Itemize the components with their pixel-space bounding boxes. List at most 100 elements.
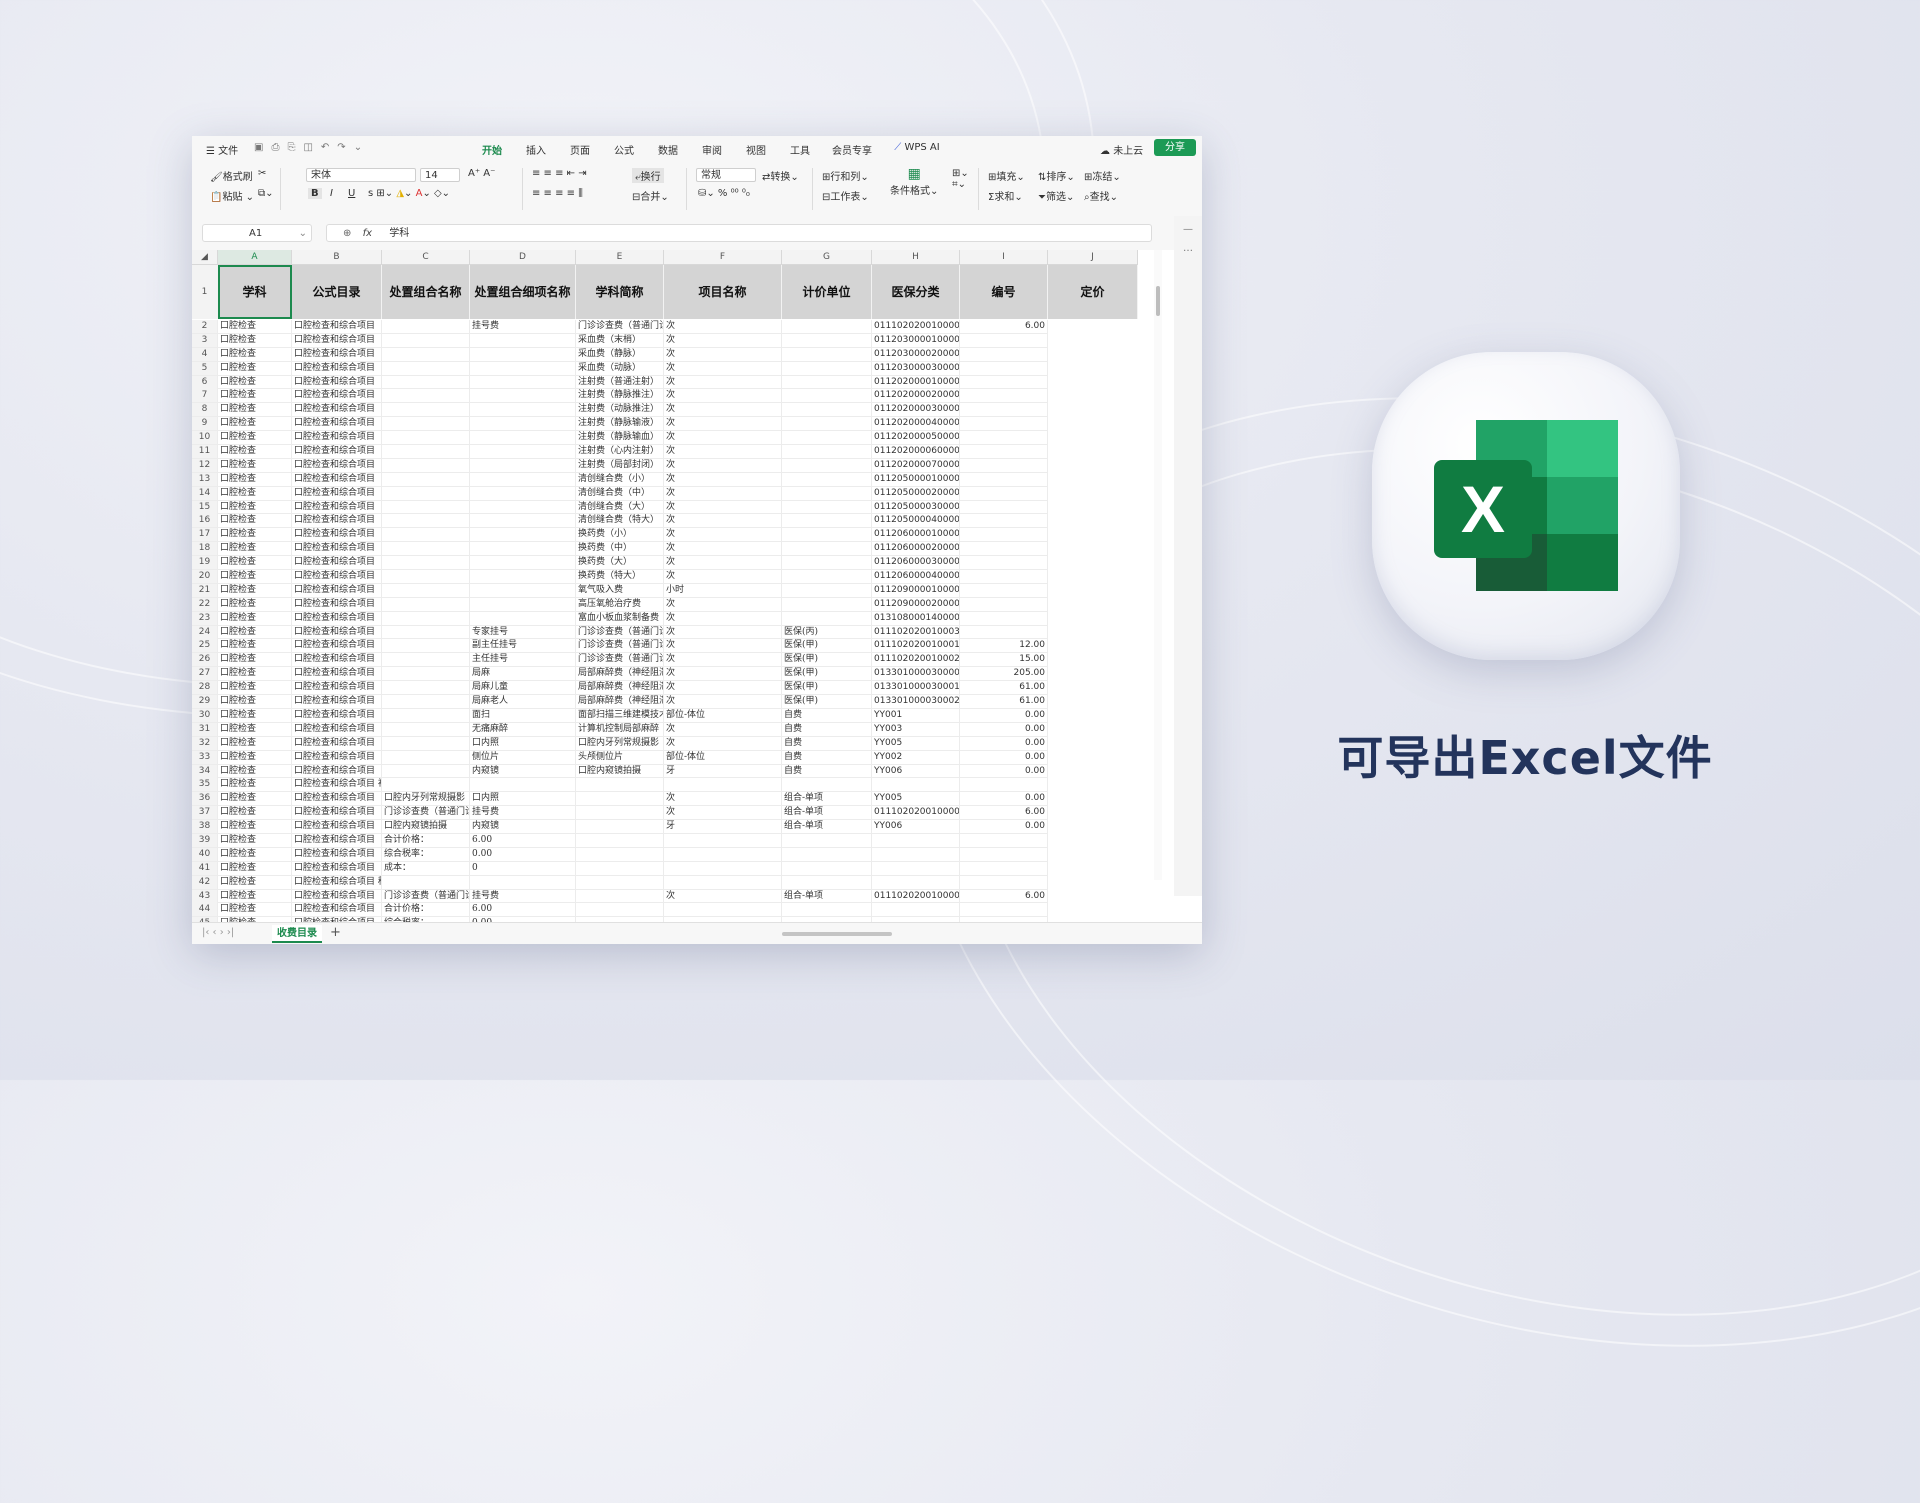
table-cell[interactable]	[782, 458, 872, 472]
table-cell[interactable]: 局部麻醉费（神经阻滞麻醉	[576, 695, 664, 709]
table-cell[interactable]	[960, 875, 1048, 889]
table-cell[interactable]	[872, 778, 960, 792]
sum-button[interactable]: Σ求和⌄	[988, 188, 1023, 203]
chevron-down-icon[interactable]: ⌄	[354, 142, 362, 153]
table-cell[interactable]	[782, 347, 872, 361]
table-cell[interactable]	[782, 403, 872, 417]
number-format-select[interactable]: 常规	[696, 168, 756, 182]
table-cell[interactable]: 自费	[782, 722, 872, 736]
table-cell[interactable]: 口腔检查和综合项目	[292, 320, 382, 333]
table-cell[interactable]: 清创缝合费（中）	[576, 486, 664, 500]
table-cell[interactable]	[382, 583, 470, 597]
row-number[interactable]: 22	[192, 597, 218, 611]
table-cell[interactable]: 61.00	[960, 695, 1048, 709]
export-icon[interactable]: ⎙	[271, 142, 279, 153]
table-cell[interactable]	[382, 347, 470, 361]
table-cell[interactable]: 次	[664, 639, 782, 653]
table-cell[interactable]: 6.00	[470, 833, 576, 847]
table-cell[interactable]	[576, 806, 664, 820]
table-cell[interactable]: 011202000060000	[872, 445, 960, 459]
table-cell[interactable]: 次	[664, 681, 782, 695]
table-cell[interactable]: 口腔检查和综合项目	[292, 792, 382, 806]
table-cell[interactable]: 次	[664, 570, 782, 584]
table-cell[interactable]: 口腔检查和综合项目	[292, 486, 382, 500]
table-cell[interactable]	[960, 403, 1048, 417]
table-cell[interactable]: YY005	[872, 792, 960, 806]
table-cell[interactable]: 口腔检查	[218, 542, 292, 556]
table-cell[interactable]	[470, 445, 576, 459]
row-number[interactable]: 26	[192, 653, 218, 667]
table-cell[interactable]	[664, 847, 782, 861]
table-cell[interactable]: 口腔检查	[218, 597, 292, 611]
table-cell[interactable]: 门诊诊查费（普通门诊）	[576, 320, 664, 333]
tab-wps-ai[interactable]: ⟋ WPS AI	[882, 142, 952, 162]
row-number[interactable]: 15	[192, 500, 218, 514]
row-number[interactable]: 20	[192, 570, 218, 584]
header-cell[interactable]: 编号	[960, 265, 1048, 319]
table-cell[interactable]: 口腔检查和综合项目	[292, 625, 382, 639]
table-cell[interactable]	[470, 597, 576, 611]
table-cell[interactable]	[782, 903, 872, 917]
table-cell[interactable]	[382, 695, 470, 709]
table-cell[interactable]	[382, 417, 470, 431]
preview-icon[interactable]: ◫	[303, 142, 312, 153]
table-cell[interactable]: 牙	[664, 764, 782, 778]
table-cell[interactable]: 部位-体位	[664, 708, 782, 722]
table-cell[interactable]: 011102020010000	[872, 320, 960, 333]
table-cell[interactable]: 011202000020000	[872, 389, 960, 403]
table-cell[interactable]	[382, 625, 470, 639]
table-cell[interactable]: 口腔检查和综合项目	[292, 750, 382, 764]
table-cell[interactable]: 口腔内牙列常规摄影	[382, 792, 470, 806]
table-cell[interactable]: 口腔检查和综合项目	[292, 861, 382, 875]
table-cell[interactable]: 挂号费	[470, 889, 576, 903]
row-number[interactable]: 42	[192, 875, 218, 889]
horizontal-scroll-thumb[interactable]	[782, 932, 892, 936]
table-cell[interactable]	[382, 472, 470, 486]
table-cell[interactable]	[782, 389, 872, 403]
row-number[interactable]: 25	[192, 639, 218, 653]
table-cell[interactable]: 口腔检查和综合项目	[292, 736, 382, 750]
redo-icon[interactable]: ↷	[337, 142, 345, 153]
table-cell[interactable]: 口腔检查	[218, 806, 292, 820]
table-cell[interactable]: 次	[664, 806, 782, 820]
table-cell[interactable]: 口腔检查和综合项目	[292, 403, 382, 417]
table-cell[interactable]: 口腔检查和综合项目	[292, 361, 382, 375]
table-cell[interactable]: 次	[664, 486, 782, 500]
table-cell[interactable]: 次	[664, 542, 782, 556]
table-cell[interactable]: 口腔检查和综合项目	[292, 500, 382, 514]
table-cell[interactable]: 011203000010000	[872, 333, 960, 347]
table-cell[interactable]: 口腔检查和综合项目	[292, 889, 382, 903]
row-number[interactable]: 30	[192, 708, 218, 722]
table-cell[interactable]	[382, 875, 470, 889]
find-button[interactable]: ⌕查找⌄	[1084, 188, 1118, 203]
table-cell[interactable]: 次	[664, 528, 782, 542]
table-cell[interactable]	[576, 778, 664, 792]
table-cell[interactable]	[470, 389, 576, 403]
table-cell[interactable]	[960, 389, 1048, 403]
table-cell[interactable]	[382, 514, 470, 528]
table-cell[interactable]: 口腔检查	[218, 431, 292, 445]
table-cell[interactable]: 0.00	[960, 750, 1048, 764]
table-cell[interactable]: 口腔检查	[218, 861, 292, 875]
table-cell[interactable]: 011205000040000	[872, 514, 960, 528]
align-icons[interactable]: ≡ ≡ ≡ ⇤ ⇥	[532, 168, 587, 179]
table-cell[interactable]	[872, 861, 960, 875]
table-cell[interactable]	[960, 625, 1048, 639]
table-cell[interactable]: 口腔检查	[218, 722, 292, 736]
table-cell[interactable]: 组合-单项	[782, 792, 872, 806]
fill-button[interactable]: ⊞填充⌄	[988, 168, 1025, 183]
table-cell[interactable]: 医保(丙)	[782, 625, 872, 639]
table-cell[interactable]: 0.00	[960, 792, 1048, 806]
table-cell[interactable]: 采血费（动脉）	[576, 361, 664, 375]
more-icon[interactable]: …	[1174, 243, 1202, 254]
table-cell[interactable]: 6.00	[960, 889, 1048, 903]
table-cell[interactable]	[470, 583, 576, 597]
table-cell[interactable]	[782, 333, 872, 347]
table-cell[interactable]	[960, 847, 1048, 861]
table-cell[interactable]	[470, 611, 576, 625]
table-cell[interactable]: 门诊诊查费（普通门诊）-副	[576, 639, 664, 653]
table-cell[interactable]	[470, 431, 576, 445]
table-cell[interactable]	[576, 861, 664, 875]
table-cell[interactable]: 口腔检查	[218, 500, 292, 514]
table-cell[interactable]: 口腔检查	[218, 375, 292, 389]
